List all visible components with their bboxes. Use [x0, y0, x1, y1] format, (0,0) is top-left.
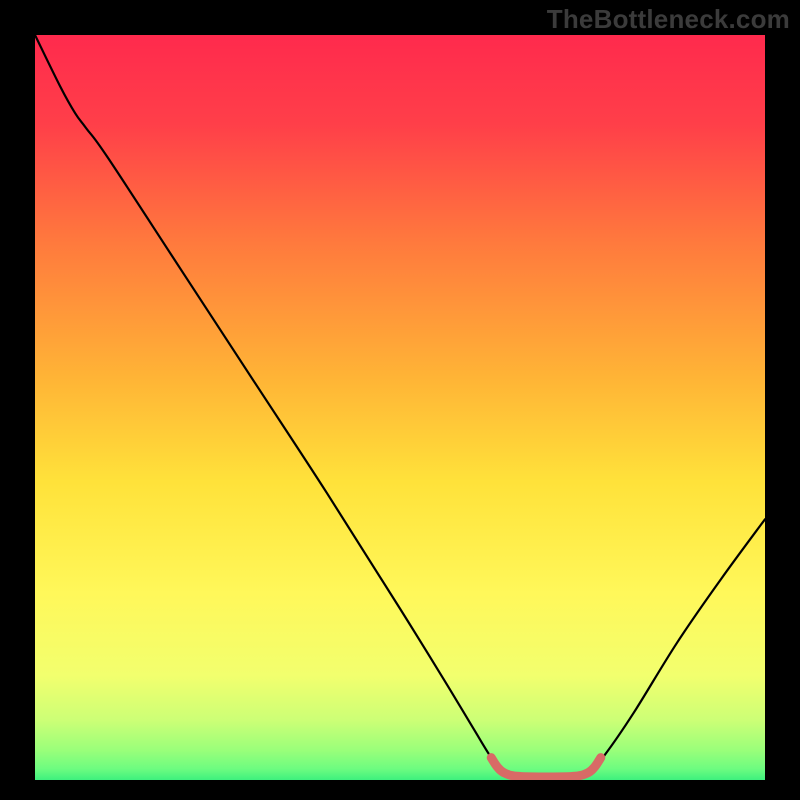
gradient-background	[35, 35, 765, 780]
plot-area	[35, 35, 765, 780]
chart-svg	[35, 35, 765, 780]
chart-container: TheBottleneck.com	[0, 0, 800, 800]
watermark-text: TheBottleneck.com	[547, 4, 790, 35]
